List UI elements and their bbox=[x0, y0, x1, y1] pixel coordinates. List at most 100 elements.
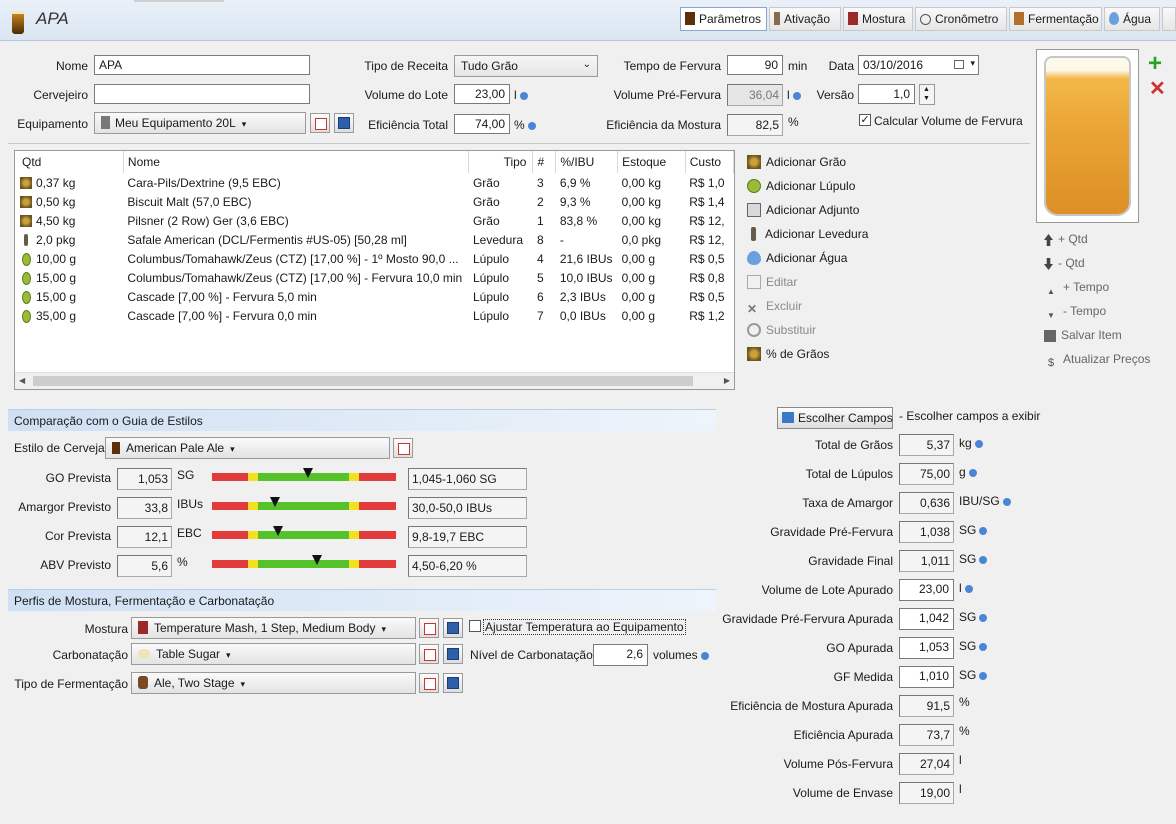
action-dollar[interactable]: $ Atualizar Preços bbox=[1044, 352, 1150, 371]
cervejeiro-input[interactable] bbox=[94, 84, 310, 104]
add-recipe-button[interactable]: + bbox=[1148, 52, 1166, 76]
escolher-campos-button[interactable]: Escolher Campos bbox=[777, 407, 893, 429]
col-estoque[interactable]: Estoque bbox=[617, 151, 686, 173]
info-dot-icon[interactable] bbox=[979, 526, 988, 535]
equipamento-select[interactable]: Meu Equipamento 20L ▾ bbox=[94, 112, 306, 134]
info-dot-icon[interactable] bbox=[519, 91, 528, 100]
info-dot-icon[interactable] bbox=[527, 121, 536, 130]
col-nome[interactable]: Nome bbox=[123, 151, 470, 173]
edit-carbonatacao-button[interactable] bbox=[419, 644, 439, 664]
calc-volume-label[interactable]: Calcular Volume de Fervura bbox=[874, 114, 1023, 128]
nivel-carbonatacao-input[interactable]: 2,6 bbox=[593, 644, 648, 666]
mostura-select[interactable]: Temperature Mash, 1 Step, Medium Body ▾ bbox=[131, 617, 416, 639]
stat-value[interactable]: 1,010 bbox=[899, 666, 954, 688]
info-dot-icon[interactable] bbox=[1002, 497, 1011, 506]
scroll-left-icon[interactable]: ◀ bbox=[19, 376, 25, 385]
stat-value[interactable]: 1,042 bbox=[899, 608, 954, 630]
table-row[interactable]: 15,00 g Columbus/Tomahawk/Zeus (CTZ) [17,… bbox=[15, 268, 734, 287]
info-dot-icon[interactable] bbox=[964, 584, 973, 593]
col-pct[interactable]: %/IBU bbox=[555, 151, 619, 173]
tab-agua[interactable]: Água bbox=[1104, 7, 1160, 31]
save-icon bbox=[1044, 330, 1056, 342]
tab-parametros[interactable]: Parâmetros bbox=[680, 7, 767, 31]
tab-mostura[interactable]: Mostura bbox=[843, 7, 913, 31]
action-save[interactable]: Salvar Item bbox=[1044, 328, 1122, 342]
table-row[interactable]: 15,00 g Cascade [7,00 %] - Fervura 5,0 mi… bbox=[15, 287, 734, 306]
save-fermentacao-button[interactable] bbox=[443, 673, 463, 693]
nome-input[interactable]: APA bbox=[94, 55, 310, 75]
action-replace[interactable]: Substituir bbox=[747, 323, 816, 337]
col-tipo[interactable]: Tipo bbox=[468, 151, 534, 173]
info-dot-icon[interactable] bbox=[792, 91, 801, 100]
info-dot-icon[interactable] bbox=[979, 555, 988, 564]
action-hop[interactable]: Adicionar Lúpulo bbox=[747, 179, 855, 193]
stat-value[interactable]: 23,00 bbox=[899, 579, 954, 601]
delete-recipe-button[interactable]: ✕ bbox=[1149, 79, 1167, 99]
ingredients-table[interactable]: Qtd Nome Tipo # %/IBU Estoque Custo 0,37… bbox=[14, 150, 735, 390]
versao-input[interactable]: 1,0 bbox=[858, 84, 915, 104]
eficiencia-total-input[interactable]: 74,00 bbox=[454, 114, 510, 134]
action-arrow-down[interactable]: - Qtd bbox=[1044, 256, 1085, 270]
tab-more[interactable] bbox=[1162, 7, 1176, 31]
cell-estoque: 0,00 kg bbox=[621, 194, 661, 209]
action-yeast[interactable]: Adicionar Levedura bbox=[747, 227, 868, 241]
action-water-drop[interactable]: Adicionar Água bbox=[747, 251, 847, 265]
stat-label: Eficiência Apurada bbox=[793, 728, 893, 742]
info-dot-icon[interactable] bbox=[979, 613, 988, 622]
table-row[interactable]: 4,50 kg Pilsner (2 Row) Ger (3,6 EBC) Grão… bbox=[15, 211, 734, 230]
info-dot-icon[interactable] bbox=[979, 642, 988, 651]
scroll-right-icon[interactable]: ▶ bbox=[724, 376, 730, 385]
info-dot-icon[interactable] bbox=[968, 468, 977, 477]
col-custo[interactable]: Custo bbox=[685, 151, 734, 173]
scrollbar-thumb[interactable] bbox=[33, 376, 693, 386]
calc-volume-checkbox[interactable]: ✓ bbox=[859, 114, 871, 126]
nivel-carbonatacao-label: Nível de Carbonatação bbox=[470, 648, 593, 662]
edit-equipment-button[interactable] bbox=[310, 113, 330, 133]
ajustar-label[interactable]: Ajustar Temperatura ao Equipamento bbox=[483, 619, 686, 635]
action-small-up[interactable]: ▲ + Tempo bbox=[1044, 280, 1109, 301]
table-row[interactable]: 0,37 kg Cara-Pils/Dextrine (9,5 EBC) Grão 3… bbox=[15, 173, 734, 192]
table-row[interactable]: 35,00 g Cascade [7,00 %] - Fervura 0,0 mi… bbox=[15, 306, 734, 325]
spin-down-icon[interactable]: ▼ bbox=[923, 95, 930, 102]
volume-lote-input[interactable]: 23,00 bbox=[454, 84, 510, 104]
spin-up-icon[interactable]: ▲ bbox=[923, 86, 930, 93]
save-carbonatacao-button[interactable] bbox=[443, 644, 463, 664]
carbonatacao-select[interactable]: Table Sugar ▾ bbox=[131, 643, 416, 665]
action-delete[interactable]: ✕ Excluir bbox=[747, 299, 802, 316]
fermentacao-label: Tipo de Fermentação bbox=[14, 677, 128, 691]
versao-spinner[interactable]: ▲ ▼ bbox=[919, 84, 935, 105]
edit-style-button[interactable] bbox=[393, 438, 413, 458]
action-small-down[interactable]: ▼ - Tempo bbox=[1044, 304, 1106, 325]
cell-num: 5 bbox=[536, 270, 544, 285]
table-row[interactable]: 0,50 kg Biscuit Malt (57,0 EBC) Grão 2 9,3 %… bbox=[15, 192, 734, 211]
info-dot-icon[interactable] bbox=[974, 439, 983, 448]
tab-ativacao[interactable]: Ativação bbox=[769, 7, 841, 31]
estilo-select[interactable]: American Pale Ale ▾ bbox=[105, 437, 390, 459]
action-grain[interactable]: Adicionar Grão bbox=[747, 155, 846, 169]
edit-mostura-button[interactable] bbox=[419, 618, 439, 638]
col-qtd[interactable]: Qtd bbox=[15, 151, 124, 173]
action-label: - Qtd bbox=[1058, 256, 1085, 270]
ajustar-checkbox[interactable] bbox=[469, 620, 481, 632]
table-row[interactable]: 2,0 pkg Safale American (DCL/Fermentis #U… bbox=[15, 230, 734, 249]
col-num[interactable]: # bbox=[532, 151, 557, 173]
table-row[interactable]: 10,00 g Columbus/Tomahawk/Zeus (CTZ) [17,… bbox=[15, 249, 734, 268]
action-arrow-up[interactable]: + Qtd bbox=[1044, 232, 1088, 246]
action-edit[interactable]: Editar bbox=[747, 275, 797, 289]
data-picker[interactable]: 03/10/2016 ▾ bbox=[858, 55, 979, 75]
horizontal-scrollbar[interactable]: ◀ ▶ bbox=[15, 372, 734, 389]
action-adjunct[interactable]: Adicionar Adjunto bbox=[747, 203, 859, 217]
tempo-fervura-input[interactable]: 90 bbox=[727, 55, 783, 75]
edit-fermentacao-button[interactable] bbox=[419, 673, 439, 693]
chevron-down-icon: ▾ bbox=[226, 650, 231, 660]
fermentacao-select[interactable]: Ale, Two Stage ▾ bbox=[131, 672, 416, 694]
save-mostura-button[interactable] bbox=[443, 618, 463, 638]
tab-cronometro[interactable]: Cronômetro bbox=[915, 7, 1007, 31]
info-dot-icon[interactable] bbox=[979, 671, 988, 680]
tab-fermentacao[interactable]: Fermentação bbox=[1009, 7, 1102, 31]
stat-value[interactable]: 1,053 bbox=[899, 637, 954, 659]
tipo-receita-select[interactable]: Tudo Grão ⌄ bbox=[454, 55, 598, 77]
action-grain-percent[interactable]: % de Grãos bbox=[747, 347, 829, 361]
gauge-segment bbox=[359, 531, 396, 539]
style-row-unit: % bbox=[177, 555, 188, 569]
